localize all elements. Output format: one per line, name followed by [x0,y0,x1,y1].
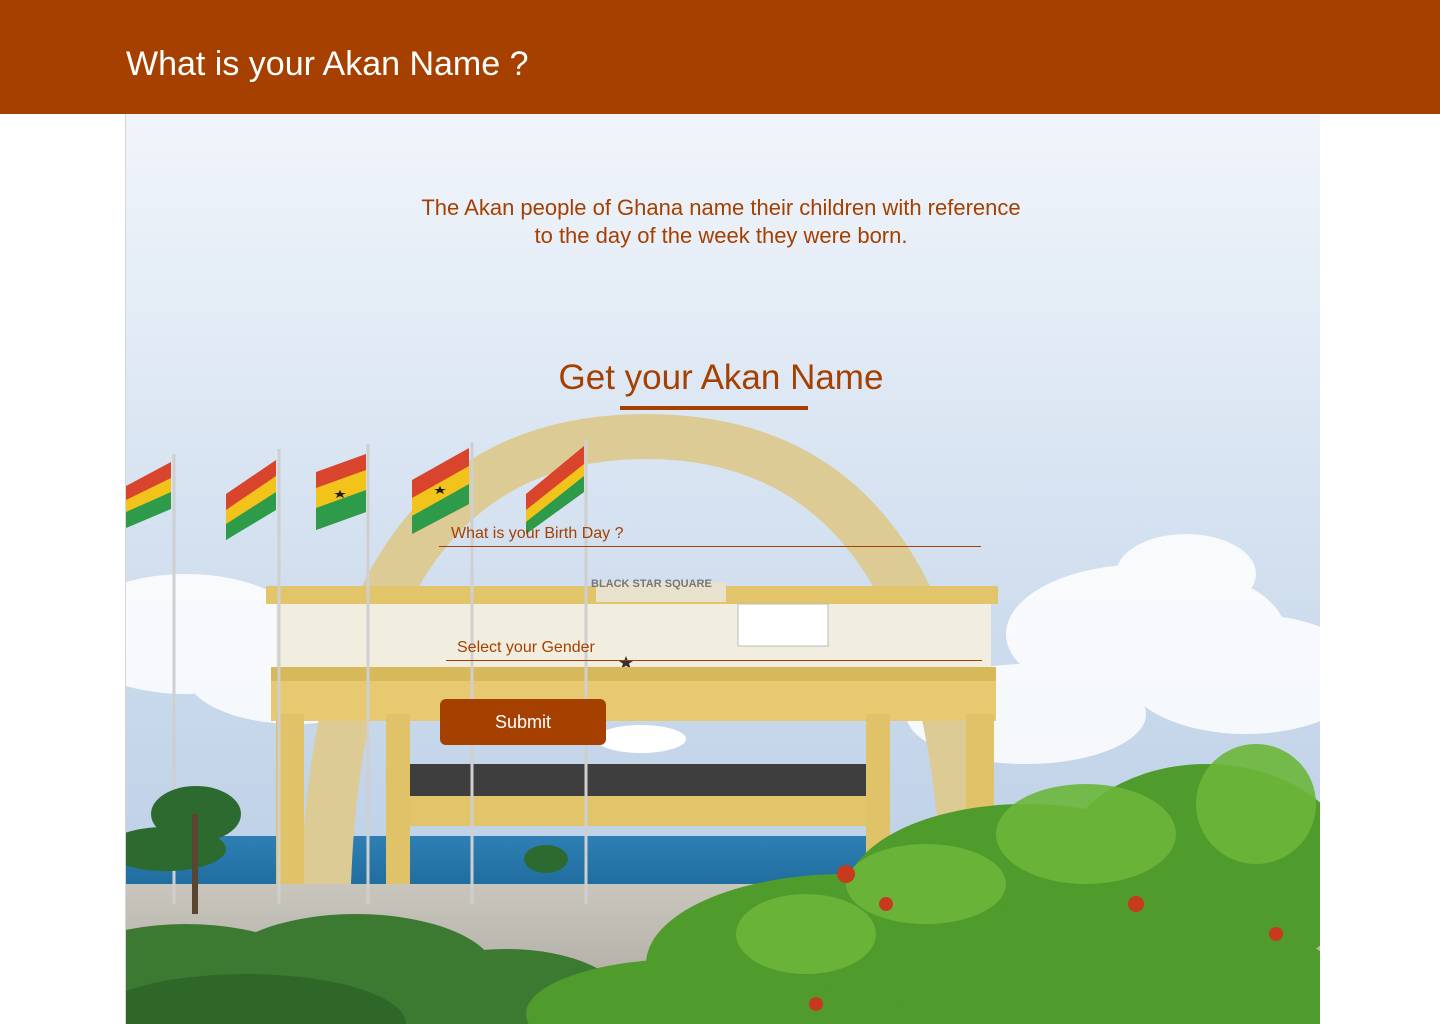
birthday-input[interactable] [439,522,993,546]
gender-field [446,636,993,661]
intro-line-1: The Akan people of Ghana name their chil… [421,195,1021,220]
hero-section: BLACK STAR SQUARE The Akan people of Gha… [125,114,1320,1024]
submit-button[interactable]: Submit [440,699,606,745]
svg-text:BLACK STAR SQUARE: BLACK STAR SQUARE [591,578,712,590]
header-bar: What is your Akan Name ? [0,0,1440,114]
title-underline [620,406,808,410]
intro-line-2: to the day of the week they were born. [534,223,908,248]
page-title: What is your Akan Name ? [126,45,529,83]
intro-text: The Akan people of Ghana name their chil… [351,194,1091,250]
birthday-field [439,522,993,547]
gender-select[interactable] [446,636,993,660]
black-star-square-photo: BLACK STAR SQUARE [126,114,1320,1024]
form-title: Get your Akan Name [558,358,884,397]
